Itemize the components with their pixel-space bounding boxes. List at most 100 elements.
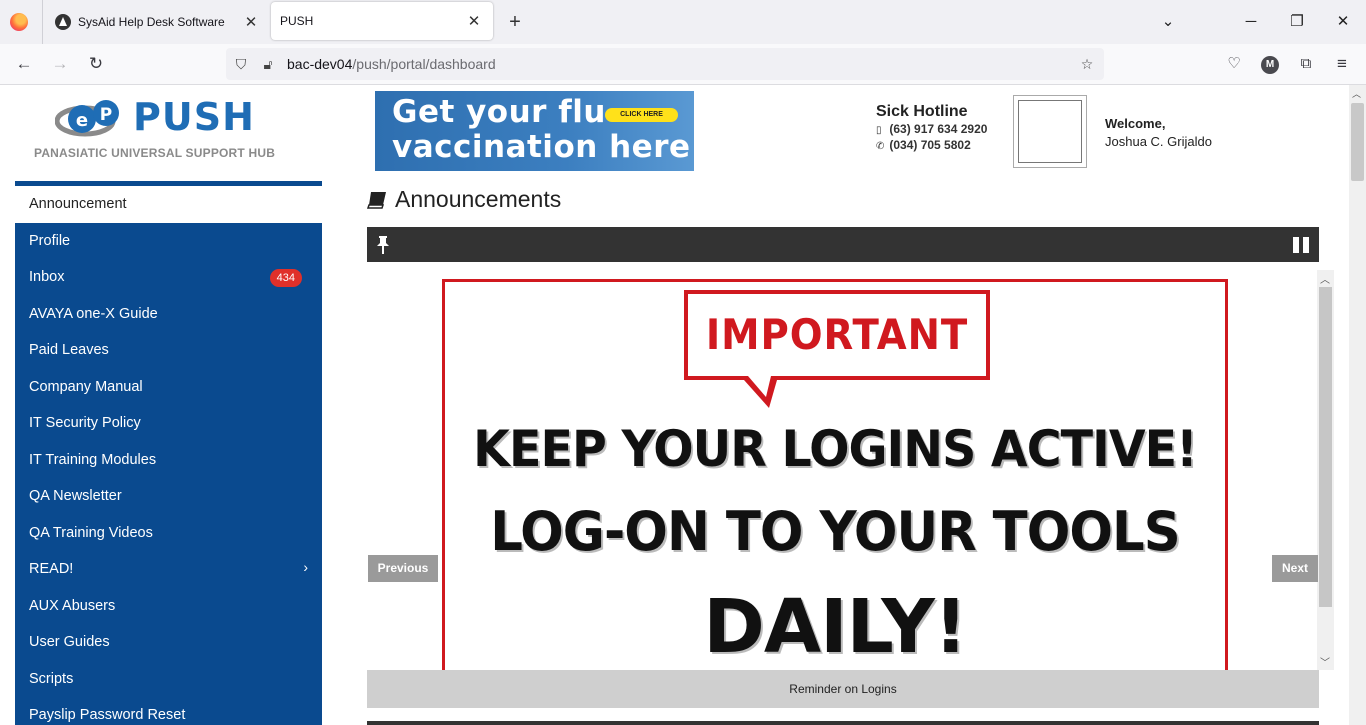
poster-line-2: LOG-ON TO YOUR TOOLS: [490, 500, 1180, 563]
reload-icon[interactable]: ↻: [84, 52, 108, 76]
browser-nav-bar: ← → ↻ ⛉ 🔓︎ bac-dev04/push/portal/dashboa…: [0, 44, 1366, 85]
click-here-button[interactable]: CLICK HERE: [605, 108, 678, 122]
sidebar-item-scripts[interactable]: Scripts: [15, 661, 322, 698]
mobile-phone-icon: ▯: [876, 125, 882, 136]
scrollbar-thumb[interactable]: [1351, 103, 1364, 181]
announcement-toolbar: [367, 227, 1319, 262]
sidebar-item-avaya-guide[interactable]: AVAYA one-X Guide: [15, 296, 322, 333]
minimize-button[interactable]: ─: [1240, 10, 1262, 34]
scroll-up-icon[interactable]: ︿: [1352, 87, 1361, 100]
sidebar-item-qa-newsletter[interactable]: QA Newsletter: [15, 478, 322, 515]
sidebar-item-label: Payslip Password Reset: [29, 707, 186, 724]
important-bubble: IMPORTANT: [684, 290, 990, 380]
sidebar-item-label: Company Manual: [29, 378, 143, 395]
user-photo-frame: [1018, 100, 1082, 163]
announcement-slide: IMPORTANT KEEP YOUR LOGINS ACTIVE! LOG-O…: [367, 270, 1319, 670]
logo-subtitle: PANASIATIC UNIVERSAL SUPPORT HUB: [34, 146, 276, 160]
banner-line-1: Get your flu: [392, 94, 606, 130]
sidebar-item-payslip-password-reset[interactable]: Payslip Password Reset: [15, 697, 322, 725]
push-logo-mark-icon: e P: [55, 100, 119, 137]
firefox-icon[interactable]: [10, 13, 28, 31]
restore-button[interactable]: ❐: [1286, 10, 1308, 34]
tab-title: SysAid Help Desk Software: [78, 15, 225, 29]
sidebar-item-user-guides[interactable]: User Guides: [15, 624, 322, 661]
sidebar-item-label: Paid Leaves: [29, 342, 109, 359]
url-bar[interactable]: ⛉ 🔓︎ bac-dev04/push/portal/dashboard ☆: [226, 48, 1104, 80]
pin-icon[interactable]: [376, 236, 390, 254]
shield-icon[interactable]: ⛉: [231, 54, 251, 74]
sidebar-item-company-manual[interactable]: Company Manual: [15, 369, 322, 406]
announcement-footer-bar: [367, 721, 1319, 725]
forward-icon[interactable]: →: [48, 52, 72, 76]
hotline-phone-number: (034) 705 5802: [889, 138, 971, 152]
sidebar-item-label: Profile: [29, 232, 71, 249]
tab-push[interactable]: PUSH ✕: [271, 2, 493, 40]
insecure-lock-icon[interactable]: 🔓︎: [258, 54, 278, 74]
extensions-icon[interactable]: ⧉: [1294, 52, 1318, 76]
flu-vaccination-banner[interactable]: Get your flu vaccination here CLICK HERE: [375, 91, 694, 171]
chevron-right-icon: ›: [303, 559, 308, 575]
url-text[interactable]: bac-dev04/push/portal/dashboard: [287, 56, 496, 72]
sidebar-item-read[interactable]: READ! ›: [15, 551, 322, 588]
hotline-mobile-number: (63) 917 634 2920: [889, 122, 988, 136]
pocket-icon[interactable]: ♡: [1222, 52, 1246, 76]
sidebar-item-label: Announcement: [29, 196, 127, 213]
list-all-tabs-icon[interactable]: ⌄: [1157, 10, 1179, 34]
sidebar-item-label: Inbox: [29, 269, 65, 286]
sidebar: Announcement Profile Inbox 434 AVAYA one-…: [15, 181, 322, 725]
welcome-label: Welcome,: [1105, 116, 1166, 131]
poster-line-3: DAILY!: [703, 584, 967, 670]
bubble-text: IMPORTANT: [705, 310, 969, 359]
new-tab-button[interactable]: +: [504, 10, 526, 34]
sidebar-item-profile[interactable]: Profile: [15, 223, 322, 260]
slide-scrollbar[interactable]: ︿ ﹀: [1317, 270, 1334, 670]
url-host: bac-dev04: [287, 56, 353, 72]
sidebar-item-label: IT Security Policy: [29, 415, 141, 432]
sidebar-item-it-training-modules[interactable]: IT Training Modules: [15, 442, 322, 479]
slide-caption: Reminder on Logins: [367, 670, 1319, 708]
back-icon[interactable]: ←: [12, 52, 36, 76]
account-avatar[interactable]: M: [1261, 56, 1279, 74]
phone-icon: ✆: [876, 141, 885, 152]
previous-button[interactable]: Previous: [368, 555, 438, 582]
page: e P PUSH PANASIATIC UNIVERSAL SUPPORT HU…: [0, 85, 1349, 725]
page-scrollbar[interactable]: ︿: [1349, 85, 1366, 725]
scroll-up-icon[interactable]: ︿: [1320, 271, 1330, 286]
hotline-mobile: ▯ (63) 917 634 2920: [876, 122, 987, 138]
sidebar-item-paid-leaves[interactable]: Paid Leaves: [15, 332, 322, 369]
poster-line-1: KEEP YOUR LOGINS ACTIVE!: [473, 420, 1198, 478]
user-photo[interactable]: [1013, 95, 1087, 168]
sidebar-item-label: QA Training Videos: [29, 524, 153, 541]
tab-sysaid[interactable]: SysAid Help Desk Software ✕: [42, 0, 270, 44]
sidebar-item-aux-abusers[interactable]: AUX Abusers: [15, 588, 322, 625]
tab-title: PUSH: [280, 14, 314, 28]
sysaid-favicon-icon: [55, 14, 71, 30]
close-window-button[interactable]: ✕: [1332, 10, 1354, 34]
sidebar-item-inbox[interactable]: Inbox 434: [15, 259, 322, 296]
sidebar-item-announcement[interactable]: Announcement: [15, 186, 322, 223]
sidebar-item-qa-training-videos[interactable]: QA Training Videos: [15, 515, 322, 552]
scroll-down-icon[interactable]: ﹀: [1320, 654, 1330, 669]
book-icon: [367, 191, 386, 209]
welcome-block: Welcome, Joshua C. Grijaldo: [1105, 116, 1212, 149]
sidebar-item-label: QA Newsletter: [29, 488, 122, 505]
pause-icon[interactable]: [1293, 237, 1309, 253]
logo-word: PUSH: [133, 95, 255, 139]
page-title: Announcements: [395, 186, 562, 212]
bubble-tail-inner: [748, 376, 771, 397]
banner-line-2: vaccination here: [392, 129, 691, 165]
inbox-count-badge: 434: [269, 269, 302, 287]
url-path: /push/portal/dashboard: [352, 56, 496, 72]
push-logo[interactable]: e P PUSH: [55, 95, 254, 140]
scrollbar-thumb[interactable]: [1319, 287, 1332, 607]
announcement-poster: IMPORTANT KEEP YOUR LOGINS ACTIVE! LOG-O…: [442, 279, 1228, 670]
tab-close-icon[interactable]: ✕: [240, 11, 262, 33]
sick-hotline: Sick Hotline ▯ (63) 917 634 2920 ✆ (034)…: [876, 103, 987, 154]
tab-close-icon[interactable]: ✕: [463, 10, 485, 32]
sidebar-item-it-security-policy[interactable]: IT Security Policy: [15, 405, 322, 442]
next-button[interactable]: Next: [1272, 555, 1318, 582]
bookmark-star-icon[interactable]: ☆: [1077, 54, 1097, 74]
hotline-phone: ✆ (034) 705 5802: [876, 138, 987, 154]
menu-icon[interactable]: ≡: [1330, 52, 1354, 76]
sidebar-item-label: IT Training Modules: [29, 451, 157, 468]
